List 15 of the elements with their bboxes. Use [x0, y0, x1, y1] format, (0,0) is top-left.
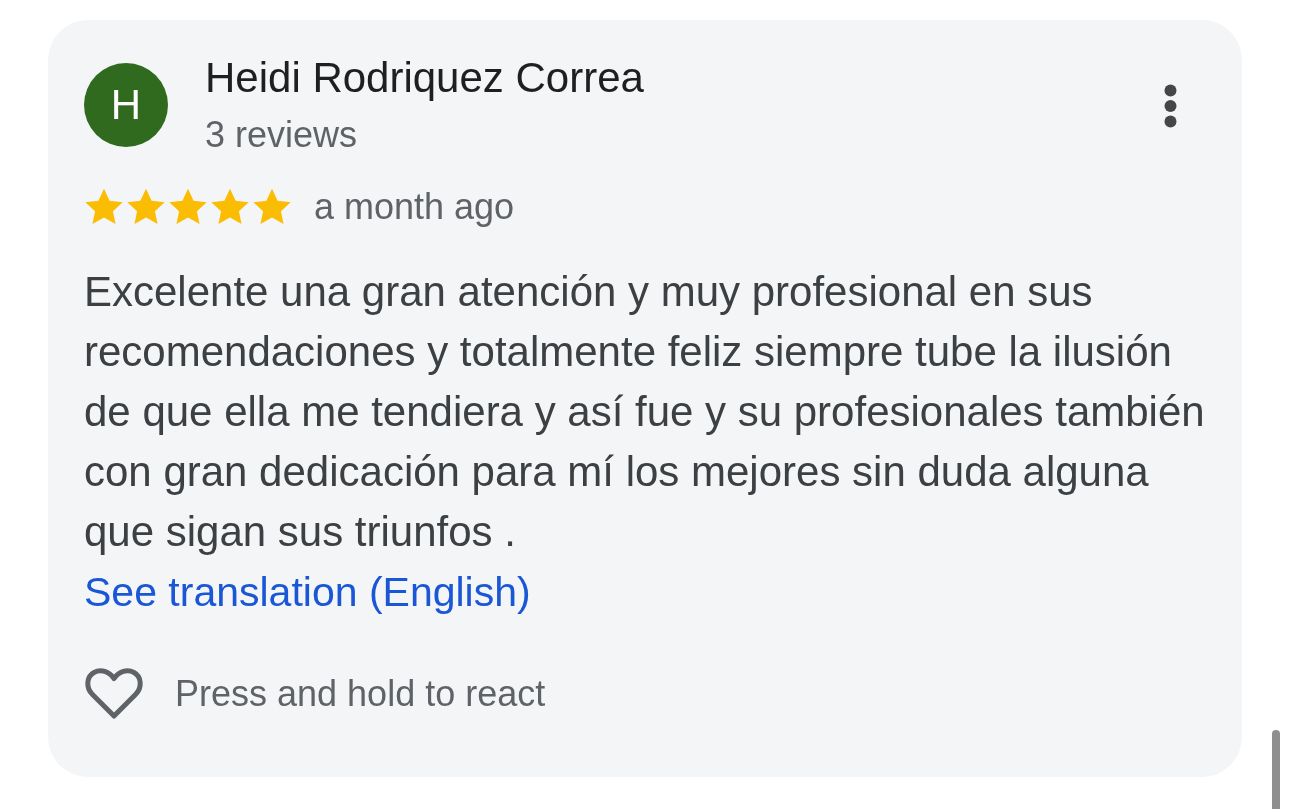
filled-star-icon — [168, 188, 208, 226]
scrollbar-thumb[interactable] — [1272, 730, 1280, 809]
see-translation-link[interactable]: See translation (English) — [84, 562, 531, 622]
review-time: a month ago — [314, 187, 515, 227]
filled-star-icon — [84, 188, 124, 226]
filled-star-icon — [252, 188, 292, 226]
reviewer-name[interactable]: Heidi Rodriquez Correa — [205, 53, 644, 103]
heart-icon[interactable] — [84, 667, 144, 721]
more-vertical-icon — [1163, 84, 1177, 128]
review-count: 3 reviews — [205, 113, 358, 157]
avatar[interactable]: H — [84, 63, 168, 147]
filled-star-icon — [126, 188, 166, 226]
review-text: Excelente una gran atención y muy profesional en sus recomendaciones y totalmente feliz siempre tube la ilusión de que ella me tendiera y así fue y su profesionales también con gran dedicación para mí los mejores sin duda alguna que sigan sus triunfos . — [84, 267, 1206, 557]
filled-star-icon — [210, 188, 250, 226]
react-hint: Press and hold to react — [175, 672, 546, 716]
